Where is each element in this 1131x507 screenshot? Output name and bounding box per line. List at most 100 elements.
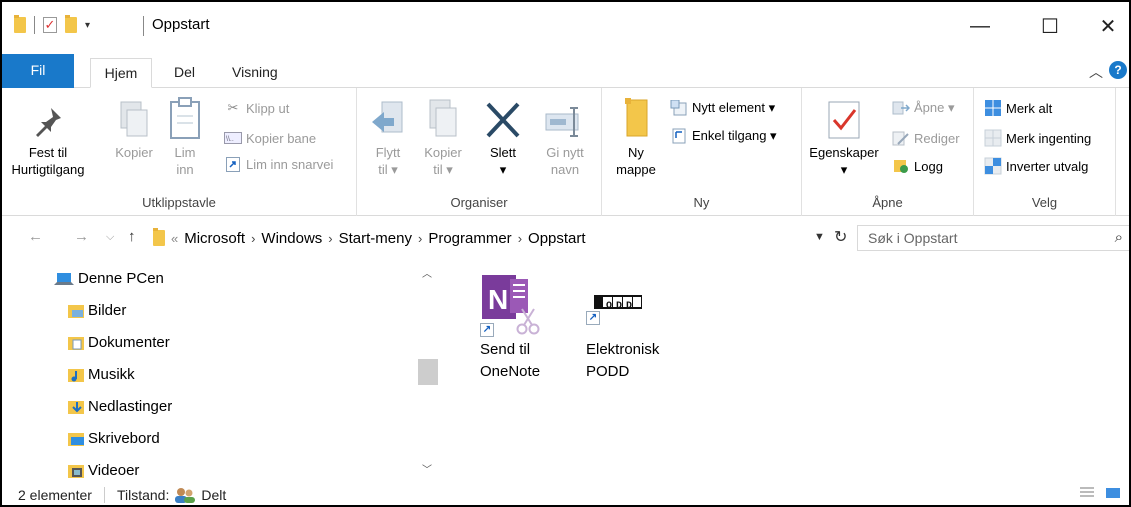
details-view-icon[interactable] xyxy=(1079,486,1095,500)
folder-icon xyxy=(14,15,26,33)
scrollbar-thumb[interactable] xyxy=(418,359,438,385)
forward-arrow-icon[interactable]: → xyxy=(74,228,89,245)
invert-selection-button[interactable]: Inverter utvalg xyxy=(984,156,1088,176)
edit-button[interactable]: Rediger xyxy=(892,128,960,148)
search-input[interactable]: Søk i Oppstart ⌕ xyxy=(857,225,1129,251)
maximize-button[interactable]: ☐ xyxy=(1030,10,1070,42)
history-icon xyxy=(892,158,910,174)
search-icon: ⌕ xyxy=(1114,229,1123,246)
chevron-right-icon[interactable]: › xyxy=(518,231,522,246)
nav-item-musikk[interactable]: Musikk xyxy=(68,366,135,383)
delete-button[interactable]: Slett ▾ xyxy=(481,94,525,178)
scroll-up-icon[interactable]: ︿ xyxy=(422,265,432,280)
properties-icon[interactable]: ✓ xyxy=(43,17,57,33)
nav-item-skrivebord[interactable]: Skrivebord xyxy=(68,430,160,447)
new-folder-button[interactable]: Ny mappe xyxy=(608,94,664,178)
open-button[interactable]: Åpne ▾ xyxy=(892,98,955,118)
breadcrumb-item[interactable]: Microsoft xyxy=(184,230,245,247)
easy-access-button[interactable]: Enkel tilgang ▾ xyxy=(670,126,777,146)
downloads-folder-icon xyxy=(68,400,84,414)
clipboard-icon xyxy=(170,97,200,139)
history-button[interactable]: Logg xyxy=(892,156,943,176)
nav-scrollbar[interactable]: ︿ ﹀ xyxy=(416,259,440,482)
nav-item-dokumenter[interactable]: Dokumenter xyxy=(68,334,170,351)
file-item[interactable]: N ↗ Send til OneNote xyxy=(480,273,590,383)
tab-hjem[interactable]: Hjem xyxy=(90,58,152,88)
breadcrumb-item[interactable]: Oppstart xyxy=(528,230,586,247)
tab-fil[interactable]: Fil xyxy=(2,54,74,88)
properties-button[interactable]: Egenskaper ▾ xyxy=(806,94,882,178)
collapse-ribbon-icon[interactable]: ︿ xyxy=(1089,62,1103,82)
copy-path-icon: \\.. xyxy=(224,130,242,146)
file-name: Elektronisk PODD xyxy=(586,341,660,380)
nav-item-videoer[interactable]: Videoer xyxy=(68,462,139,479)
large-icons-view-icon[interactable] xyxy=(1105,486,1121,500)
pin-quick-access-button[interactable]: Fest til Hurtigtilgang xyxy=(8,94,88,178)
select-none-button[interactable]: Merk ingenting xyxy=(984,128,1091,148)
properties-icon xyxy=(828,101,860,139)
quick-access-toolbar: ✓ ▾ xyxy=(14,15,90,34)
select-all-button[interactable]: Merk alt xyxy=(984,98,1052,118)
address-dropdown-icon[interactable]: ▼ xyxy=(814,231,825,243)
edit-icon xyxy=(892,130,910,146)
svg-text:N: N xyxy=(488,284,508,315)
ribbon-tabs: Fil Hjem Del Visning ︿ ? xyxy=(2,52,1129,88)
back-arrow-icon[interactable]: ← xyxy=(28,228,43,245)
close-button[interactable]: ✕ xyxy=(1088,10,1128,42)
recent-locations-icon[interactable]: ⌵ xyxy=(106,231,114,244)
group-ny: Ny mappe Nytt element ▾ Enkel tilgang ▾ … xyxy=(602,88,802,216)
nav-item-denne-pcen[interactable]: Denne PCen xyxy=(54,270,164,287)
open-icon xyxy=(892,100,910,116)
chevron-right-icon[interactable]: › xyxy=(418,231,422,246)
computer-icon xyxy=(54,272,74,285)
address-bar[interactable]: « Microsoft › Windows › Start-meny › Pro… xyxy=(153,225,853,251)
state-value: Delt xyxy=(201,486,227,503)
window-title: Oppstart xyxy=(152,16,210,33)
nav-item-bilder[interactable]: Bilder xyxy=(68,302,126,319)
group-velg: Merk alt Merk ingenting Inverter utvalg … xyxy=(974,88,1116,216)
paste-button[interactable]: Lim inn xyxy=(162,94,208,178)
nav-item-nedlastinger[interactable]: Nedlastinger xyxy=(68,398,172,415)
easy-access-icon xyxy=(670,128,688,144)
rename-button[interactable]: Gi nytt navn xyxy=(535,94,595,178)
new-folder-icon[interactable] xyxy=(65,15,77,33)
chevron-right-icon[interactable]: › xyxy=(328,231,332,246)
breadcrumb-item[interactable]: Windows xyxy=(261,230,322,247)
pin-icon xyxy=(36,108,61,137)
scroll-down-icon[interactable]: ﹀ xyxy=(422,461,432,476)
invert-selection-icon xyxy=(984,157,1002,175)
file-name: Send til OneNote xyxy=(480,341,541,380)
navigation-pane: Denne PCen Bilder Dokumenter Musikk Nedl… xyxy=(2,259,442,482)
copy-button[interactable]: Kopier xyxy=(106,94,162,161)
breadcrumb-item[interactable]: Start-meny xyxy=(339,230,412,247)
tab-visning[interactable]: Visning xyxy=(220,58,290,88)
scissors-icon: ✂ xyxy=(227,100,239,115)
svg-text:\\..: \\.. xyxy=(226,136,234,143)
paste-shortcut-button[interactable]: Lim inn snarvei xyxy=(224,154,333,174)
minimize-button[interactable]: — xyxy=(960,10,1000,42)
new-item-button[interactable]: Nytt element ▾ xyxy=(670,98,775,118)
music-folder-icon xyxy=(68,368,84,382)
file-item[interactable]: PODD ↗ Elektronisk PODD xyxy=(586,273,696,383)
chevron-right-icon[interactable]: › xyxy=(251,231,255,246)
divider xyxy=(143,16,144,36)
select-none-icon xyxy=(984,129,1002,147)
help-icon[interactable]: ? xyxy=(1109,61,1127,79)
tab-del[interactable]: Del xyxy=(162,58,207,88)
refresh-icon[interactable]: ↻ xyxy=(834,227,847,247)
customize-qat-icon[interactable]: ▾ xyxy=(85,20,90,31)
move-to-button[interactable]: Flytt til ▾ xyxy=(363,94,413,178)
breadcrumb-item[interactable]: Programmer xyxy=(428,230,511,247)
up-arrow-icon[interactable]: ↑ xyxy=(128,228,136,245)
cut-button[interactable]: ✂ Klipp ut xyxy=(224,98,290,118)
status-bar: 2 elementer Tilstand: Delt xyxy=(2,482,1129,505)
copy-to-button[interactable]: Kopier til ▾ xyxy=(415,94,471,178)
rename-icon xyxy=(545,107,579,137)
folder-icon xyxy=(153,228,165,246)
breadcrumb-overflow[interactable]: « xyxy=(171,231,178,246)
copy-path-button[interactable]: \\.. Kopier bane xyxy=(224,128,316,148)
copy-icon xyxy=(120,101,148,137)
paste-shortcut-icon xyxy=(224,156,242,172)
shortcut-arrow-icon: ↗ xyxy=(480,323,494,337)
videos-folder-icon xyxy=(68,464,84,478)
